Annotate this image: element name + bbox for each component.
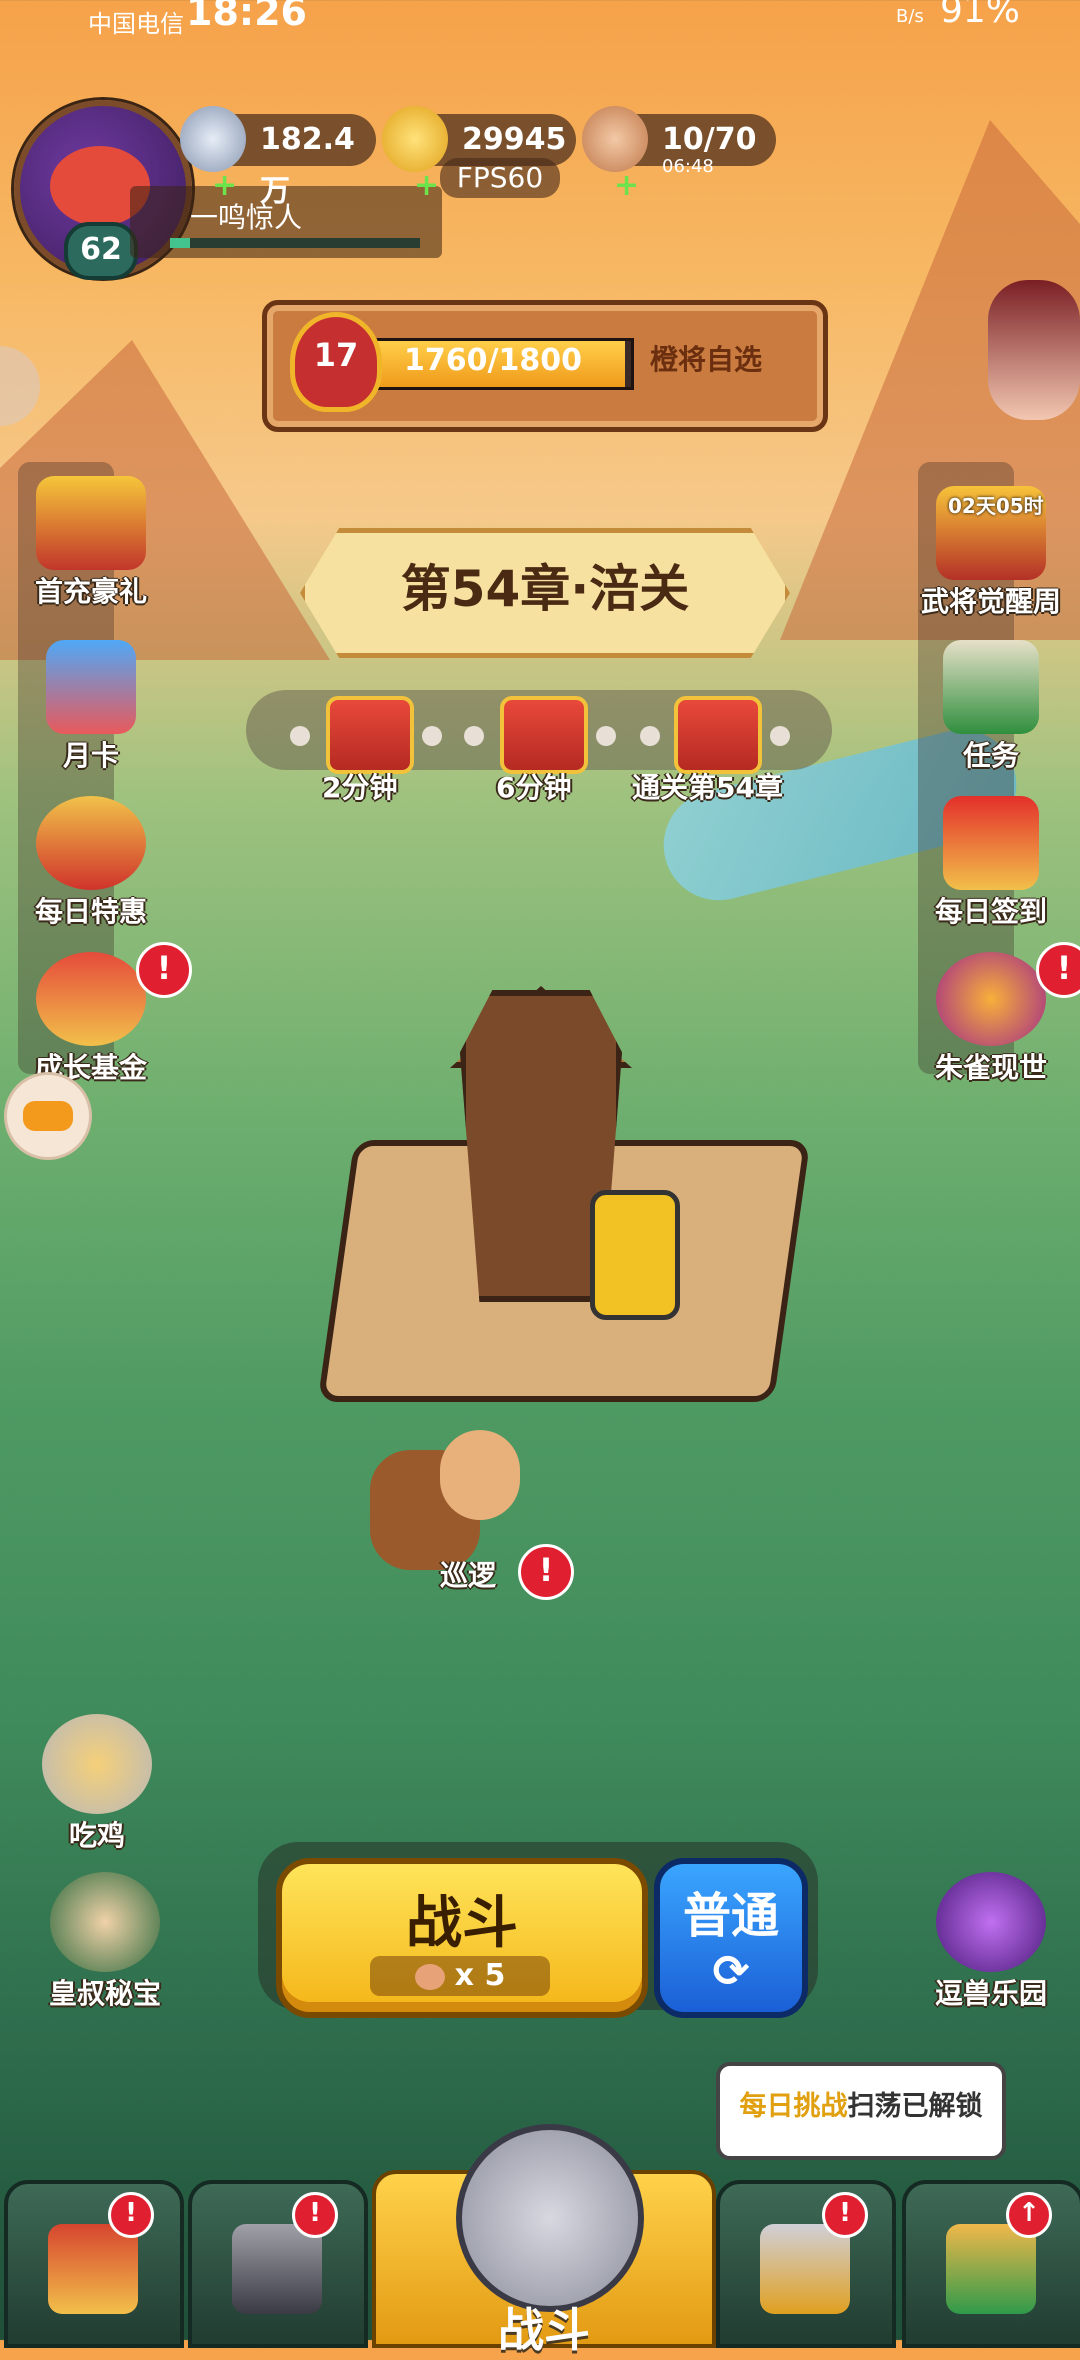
chest-6min-icon[interactable] [500,696,588,774]
chicken-character-icon [42,1714,152,1814]
chest-chapter-clear-icon[interactable] [674,696,762,774]
patrol-unit[interactable]: 巡逻 [370,1430,540,1592]
gift-bag-icon [36,796,146,890]
tip-text: 扫荡已解锁 [847,2091,983,2122]
clock: 18:26 [186,0,307,34]
general-awakening-label: 武将觉醒周 [920,585,1061,618]
gamepad-icon[interactable] [4,1072,92,1160]
player-exp-bar [170,238,420,248]
silver-value: 182.4万 [260,122,355,209]
beast-park-item[interactable]: 逗兽乐园 [916,1872,1066,2012]
stamina-add-icon[interactable]: + [614,160,639,212]
purple-dragon-icon [936,1872,1046,1972]
chest-6min-label: 6分钟 [496,771,572,804]
daily-signin-item[interactable]: 每日签到 [906,796,1076,930]
player-level-badge: 62 [64,222,138,280]
vermilion-bird-label: 朱雀现世 [934,1051,1047,1084]
hero-card-stars-icon [760,2224,850,2314]
chest-2min-label: 2分钟 [322,771,398,804]
side-drawer-handle[interactable] [0,346,40,426]
nav-tab-battle[interactable]: 战斗 [372,2124,716,2357]
crossed-swords-icon [456,2124,644,2312]
daily-challenge-tip: 每日挑战扫荡已解锁 [716,2062,1006,2160]
difficulty-mode-label: 普通 [682,1888,779,1944]
first-recharge-item[interactable]: 首充豪礼 [6,476,176,610]
task-item[interactable]: 任务 [906,640,1076,774]
fortune-god-icon [36,952,146,1046]
patrol-label: 巡逻 [440,1559,497,1592]
patrol-alert-badge: ! [518,1544,574,1600]
tip-highlight: 每日挑战 [739,2091,848,2122]
progress-dot [596,726,616,746]
growth-fund-alert-badge: ! [136,942,192,998]
silver-counter[interactable]: 182.4万 + [180,106,376,209]
level-progress-text: 1760/1800 [404,343,582,378]
upgrade-arrow-icon [946,2224,1036,2314]
sleeping-emperor-icon [50,1872,160,1972]
silver-add-icon[interactable]: + [212,160,237,212]
progress-dot [464,726,484,746]
nav-tab-equipment[interactable] [188,2180,368,2348]
city-alert-badge: ! [108,2192,154,2238]
chicken-label: 吃鸡 [68,1819,125,1852]
gamepad-shape [23,1101,73,1131]
daily-deal-item[interactable]: 每日特惠 [6,796,176,930]
chest-2min-icon[interactable] [326,696,414,774]
first-recharge-label: 首充豪礼 [34,575,147,608]
guard-soldier-icon [590,1190,680,1320]
daily-signin-label: 每日签到 [934,895,1047,928]
city-gate-icon [48,2224,138,2314]
vermilion-bird-icon [936,952,1046,1046]
difficulty-mode-button[interactable]: 普通 ⟳ [654,1858,808,2018]
orange-general-select-button[interactable]: 橙将自选 [650,338,762,378]
guide-girl-icon[interactable] [988,280,1080,420]
awakening-timer: 02天05时 [948,494,1044,518]
battery-label: 91% [940,0,1021,31]
refresh-icon: ⟳ [712,1946,750,1997]
progress-dot [290,726,310,746]
fight-label: 战斗 [406,1891,518,1956]
fight-button[interactable]: 战斗 x 5 [276,1858,648,2018]
progress-dot [770,726,790,746]
nav-tab-upgrade[interactable] [902,2180,1080,2348]
chicken-item[interactable]: 吃鸡 [22,1714,172,1854]
network-speed: B/s [896,6,924,27]
status-bar: 中国电信 18:26 B/s 91% [0,0,1080,40]
helmet-icon [232,2224,322,2314]
fps-indicator: FPS60 [440,158,560,198]
equipment-alert-badge: ! [292,2192,338,2238]
gold-add-icon[interactable]: + [414,160,439,212]
chest-chapter-clear-label: 通关第54章 [632,771,783,804]
nav-tab-city[interactable] [4,2180,184,2348]
progress-dot [422,726,442,746]
red-envelope-sign-icon [943,796,1039,890]
nav-tab-heroes[interactable] [716,2180,896,2348]
meat-cost-icon [414,1963,445,1990]
chapter-title: 第54章·涪关 [400,560,690,618]
daily-deal-label: 每日特惠 [34,895,147,928]
upgrade-alert-badge: ↑ [1006,2192,1052,2238]
beast-park-label: 逗兽乐园 [934,1977,1047,2010]
calendar-card-icon [46,640,136,734]
monthly-card-item[interactable]: 月卡 [6,640,176,774]
task-label: 任务 [962,739,1019,772]
uncle-treasure-label: 皇叔秘宝 [48,1977,161,2010]
fight-cost-value: x 5 [454,1958,506,1993]
uncle-treasure-item[interactable]: 皇叔秘宝 [30,1872,180,2012]
scroll-task-icon [943,640,1039,734]
level-medal-icon: 17 [290,312,382,412]
monthly-card-label: 月卡 [62,739,119,772]
treasure-chest-icon [36,476,146,570]
heroes-alert-badge: ! [822,2192,868,2238]
chapter-banner: 第54章·涪关 [300,528,790,658]
stamina-timer: 06:48 [662,156,714,177]
carrier-label: 中国电信 [88,10,184,38]
fight-cost: x 5 [370,1956,550,1996]
progress-dot [640,726,660,746]
rider-icon [440,1430,520,1520]
nav-battle-label: 战斗 [498,2303,590,2357]
